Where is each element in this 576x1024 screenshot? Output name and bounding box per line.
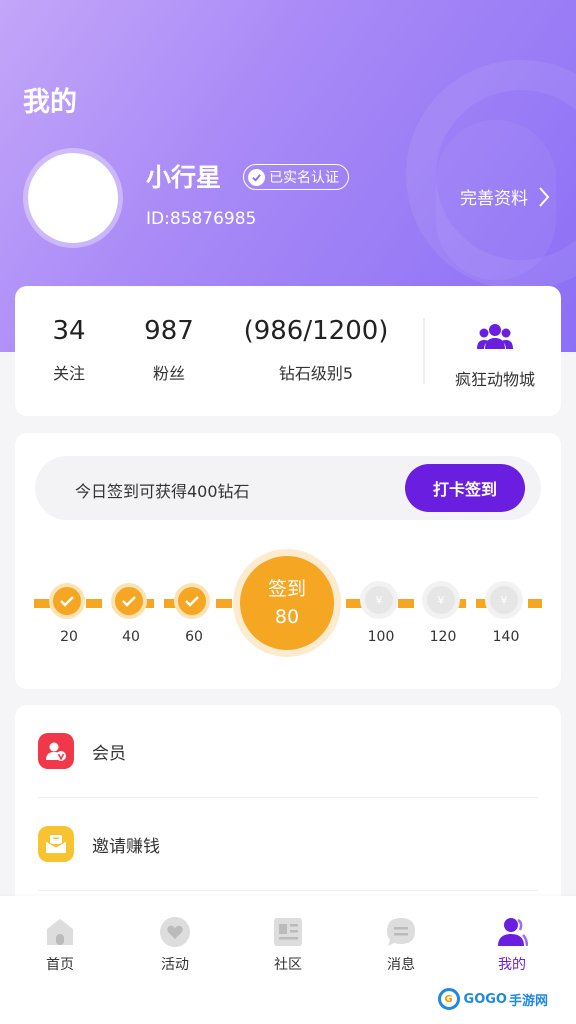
coin-icon: ¥ <box>360 581 398 619</box>
group-icon <box>437 320 553 352</box>
checkin-day-done: 20 <box>49 583 89 645</box>
fans-label: 粉丝 <box>152 364 185 383</box>
avatar[interactable] <box>23 148 123 248</box>
member-icon <box>38 733 74 769</box>
mall-entry[interactable]: 疯狂动物城 <box>437 320 553 390</box>
checkin-day-future: ¥ 120 <box>422 581 464 645</box>
watermark-suffix: 手游网 <box>508 993 548 1009</box>
watermark-logo: G GOGO 手游网 <box>437 988 548 1010</box>
tab-home[interactable]: 首页 <box>15 916 105 974</box>
checkin-day-done: 40 <box>111 583 151 645</box>
tab-label: 社区 <box>274 957 302 973</box>
mall-label: 疯狂动物城 <box>454 370 535 389</box>
tab-profile[interactable]: 我的 <box>467 916 557 974</box>
community-icon <box>272 916 304 948</box>
checkin-day-value: 20 <box>60 629 78 645</box>
checkin-button[interactable]: 打卡签到 <box>405 464 525 512</box>
tab-label: 活动 <box>161 957 189 973</box>
check-circle-icon <box>248 168 265 186</box>
verified-badge: 已实名认证 <box>243 164 349 190</box>
checkin-day-future: ¥ 100 <box>360 581 402 645</box>
tab-label: 消息 <box>387 957 415 973</box>
fans-count: 987 <box>144 316 194 346</box>
check-icon <box>174 583 210 619</box>
diamond-level-stat[interactable]: (986/1200) 钻石级别5 <box>233 316 399 384</box>
menu-item-member[interactable]: 会员 <box>15 705 561 797</box>
user-id: ID:85876985 <box>146 209 257 229</box>
menu-item-invite[interactable]: 邀请赚钱 <box>15 798 561 890</box>
diamond-progress: (986/1200) <box>243 316 389 346</box>
logo-icon: G <box>437 988 460 1010</box>
today-value: 80 <box>274 606 300 628</box>
tab-label: 首页 <box>46 957 74 973</box>
today-checkin[interactable]: 签到 80 <box>233 549 341 657</box>
checkin-day-future: ¥ 140 <box>485 581 527 645</box>
home-icon <box>44 916 76 948</box>
watermark-text: GOGO <box>463 991 507 1007</box>
divider <box>38 890 538 891</box>
stats-card: 34 关注 987 粉丝 (986/1200) 钻石级别5 疯狂动物城 <box>15 286 561 416</box>
following-label: 关注 <box>52 364 85 383</box>
tab-community[interactable]: 社区 <box>243 916 333 974</box>
following-count: 34 <box>52 316 86 346</box>
page-title: 我的 <box>23 87 77 118</box>
coin-icon: ¥ <box>485 581 523 619</box>
fans-stat[interactable]: 987 粉丝 <box>139 316 199 384</box>
tab-label: 我的 <box>498 957 526 973</box>
diamond-level-label: 钻石级别5 <box>278 364 354 383</box>
following-stat[interactable]: 34 关注 <box>47 316 91 384</box>
tab-messages[interactable]: 消息 <box>356 916 446 974</box>
checkin-day-value: 60 <box>185 629 203 645</box>
checkin-day-done: 60 <box>174 583 214 645</box>
check-icon <box>49 583 85 619</box>
coin-icon: ¥ <box>422 581 460 619</box>
checkin-day-value: 120 <box>429 629 457 645</box>
menu-item-label: 会员 <box>92 743 126 764</box>
tab-activity[interactable]: 活动 <box>130 916 220 974</box>
menu-card: 会员 邀请赚钱 <box>15 705 561 905</box>
activity-icon <box>159 916 191 948</box>
divider <box>423 318 425 384</box>
verified-label: 已实名认证 <box>269 170 339 186</box>
today-label: 签到 <box>267 578 306 600</box>
message-icon <box>385 916 417 948</box>
checkin-reward-text: 今日签到可获得400钻石 <box>75 482 250 501</box>
edit-profile-label: 完善资料 <box>460 189 528 209</box>
edit-profile-link[interactable]: 完善资料 <box>460 184 550 209</box>
avatar-image <box>28 153 118 243</box>
invite-icon <box>38 826 74 862</box>
username: 小行星 <box>146 163 222 192</box>
checkin-day-value: 140 <box>492 629 520 645</box>
chevron-right-icon <box>538 186 550 208</box>
checkin-day-value: 40 <box>122 629 140 645</box>
menu-item-label: 邀请赚钱 <box>92 836 160 857</box>
check-icon <box>111 583 147 619</box>
checkin-day-value: 100 <box>367 629 395 645</box>
profile-icon <box>496 916 528 948</box>
checkin-bar: 今日签到可获得400钻石 打卡签到 <box>35 456 541 520</box>
checkin-card: 今日签到可获得400钻石 打卡签到 20 40 60 签到 80 ¥ 100 ¥… <box>15 433 561 689</box>
